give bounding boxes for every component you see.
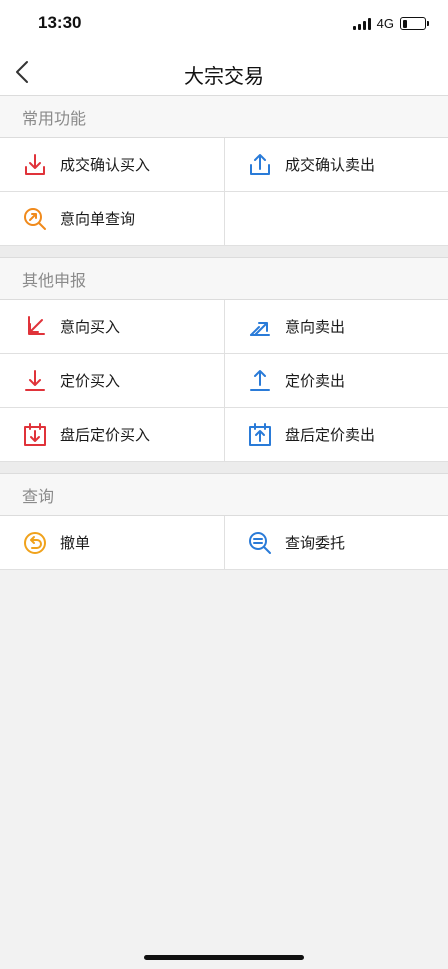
section-divider: [0, 462, 448, 474]
calendar-up-icon: [247, 422, 273, 448]
arrow-up-right-icon: [247, 314, 273, 340]
section-header: 常用功能: [0, 96, 448, 138]
menu-item-button[interactable]: 定价卖出: [224, 354, 448, 407]
menu-item-button[interactable]: 成交确认卖出: [224, 138, 448, 191]
undo-circle-icon: [22, 530, 48, 556]
menu-item-button[interactable]: 定价买入: [0, 354, 224, 407]
menu-sections: 常用功能成交确认买入 成交确认卖出意向单查询其他申报意向买入 意向卖出定价买入 定价卖…: [0, 96, 448, 570]
calendar-down-icon: [22, 422, 48, 448]
arrow-down-bar-icon: [22, 368, 48, 394]
tray-upload-icon: [247, 152, 273, 178]
section-header: 查询: [0, 474, 448, 516]
network-type: 4G: [376, 16, 394, 31]
nav-bar: 大宗交易: [0, 48, 448, 96]
menu-item-label: 定价买入: [60, 372, 121, 390]
menu-row: 定价买入 定价卖出: [0, 354, 448, 408]
menu-item-button[interactable]: 意向单查询: [0, 192, 224, 245]
menu-row: 盘后定价买入 盘后定价卖出: [0, 408, 448, 462]
section-divider: [0, 246, 448, 258]
status-icons: 4G: [352, 16, 429, 31]
menu-item-label: 查询委托: [285, 534, 346, 552]
menu-item-label: 盘后定价卖出: [285, 426, 376, 444]
status-bar: 13:30 4G: [0, 0, 448, 48]
menu-grid: 成交确认买入 成交确认卖出意向单查询: [0, 138, 448, 246]
search-arrow-icon: [22, 206, 48, 232]
battery-level: [402, 19, 408, 28]
arrow-up-bar-icon: [247, 368, 273, 394]
signal-icon: [352, 17, 371, 30]
page-title: 大宗交易: [184, 64, 264, 88]
menu-item-label: 撤单: [60, 534, 91, 552]
menu-item-button[interactable]: 盘后定价买入: [0, 408, 224, 461]
home-indicator[interactable]: [144, 955, 304, 960]
menu-item-label: 意向卖出: [285, 318, 346, 336]
menu-item-label: 成交确认买入: [60, 156, 151, 174]
menu-row: 意向买入 意向卖出: [0, 300, 448, 354]
menu-item-button[interactable]: 查询委托: [224, 516, 448, 569]
menu-item-button[interactable]: 撤单: [0, 516, 224, 569]
menu-item-label: 成交确认卖出: [285, 156, 376, 174]
menu-row: 意向单查询: [0, 192, 448, 246]
menu-item-button[interactable]: 盘后定价卖出: [224, 408, 448, 461]
empty-cell: [224, 192, 448, 245]
tray-download-icon: [22, 152, 48, 178]
menu-item-button[interactable]: 意向卖出: [224, 300, 448, 353]
top-area: 13:30 4G 大宗交易: [0, 0, 448, 96]
menu-item-label: 定价卖出: [285, 372, 346, 390]
status-time: 13:30: [38, 13, 82, 32]
menu-row: 成交确认买入 成交确认卖出: [0, 138, 448, 192]
menu-item-button[interactable]: 成交确认买入: [0, 138, 224, 191]
arrow-down-left-icon: [22, 314, 48, 340]
menu-item-label: 盘后定价买入: [60, 426, 151, 444]
menu-item-button[interactable]: 意向买入: [0, 300, 224, 353]
battery-icon: [400, 17, 429, 30]
menu-item-label: 意向买入: [60, 318, 121, 336]
section-header: 其他申报: [0, 258, 448, 300]
menu-grid: 撤单 查询委托: [0, 516, 448, 570]
menu-item-label: 意向单查询: [60, 210, 136, 228]
menu-grid: 意向买入 意向卖出定价买入 定价卖出盘后定价买入 盘后定价卖出: [0, 300, 448, 462]
menu-row: 撤单 查询委托: [0, 516, 448, 570]
search-lines-icon: [247, 530, 273, 556]
